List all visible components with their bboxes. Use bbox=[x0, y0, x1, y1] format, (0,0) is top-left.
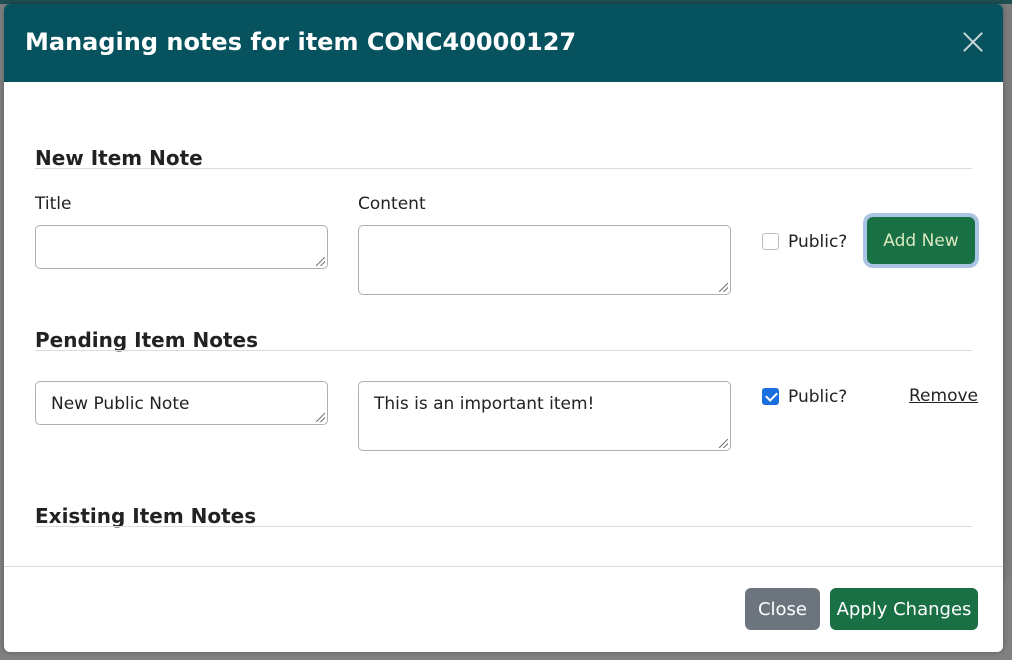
content-label: Content bbox=[358, 194, 426, 214]
notes-modal: Managing notes for item CONC40000127 New… bbox=[4, 4, 1003, 652]
pending-note-title-input[interactable]: New Public Note bbox=[35, 381, 328, 425]
new-note-section-title: New Item Note bbox=[35, 146, 203, 170]
add-new-button[interactable]: Add New bbox=[867, 217, 975, 264]
section-divider bbox=[35, 168, 972, 169]
resize-handle-icon[interactable] bbox=[719, 283, 728, 292]
resize-handle-icon[interactable] bbox=[316, 413, 325, 422]
new-note-public-label: Public? bbox=[788, 232, 848, 252]
existing-notes-section-title: Existing Item Notes bbox=[35, 504, 257, 528]
pending-note-public-checkbox[interactable] bbox=[762, 388, 779, 405]
modal-title: Managing notes for item CONC40000127 bbox=[25, 28, 577, 56]
pending-notes-section-title: Pending Item Notes bbox=[35, 328, 259, 352]
section-divider bbox=[35, 526, 972, 527]
resize-handle-icon[interactable] bbox=[719, 439, 728, 448]
modal-header: Managing notes for item CONC40000127 bbox=[4, 4, 1003, 82]
close-button[interactable]: Close bbox=[745, 588, 820, 630]
background-right-edge bbox=[1002, 0, 1012, 660]
pending-note-public-label: Public? bbox=[788, 387, 848, 407]
pending-note-content-input[interactable]: This is an important item! bbox=[358, 381, 731, 451]
close-icon[interactable] bbox=[961, 30, 985, 54]
footer-divider bbox=[4, 566, 1003, 567]
new-note-title-input[interactable] bbox=[35, 225, 328, 269]
resize-handle-icon[interactable] bbox=[316, 257, 325, 266]
remove-link[interactable]: Remove bbox=[909, 386, 978, 406]
new-note-content-input[interactable] bbox=[358, 225, 731, 295]
title-label: Title bbox=[35, 194, 72, 214]
section-divider bbox=[35, 350, 972, 351]
new-note-public-checkbox[interactable] bbox=[762, 233, 779, 250]
apply-changes-button[interactable]: Apply Changes bbox=[830, 588, 978, 630]
